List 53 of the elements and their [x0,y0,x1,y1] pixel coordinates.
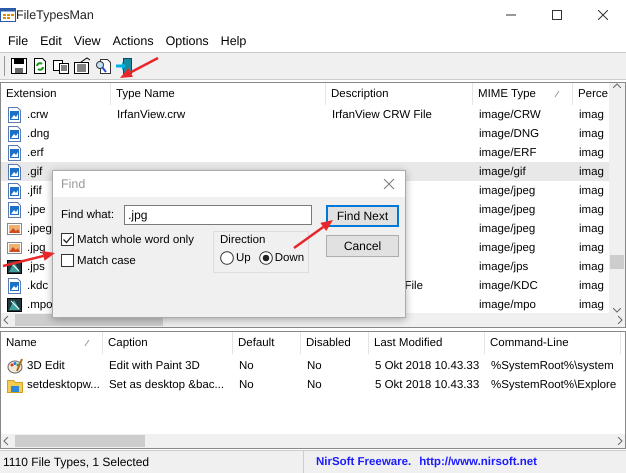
table-cell: imag [579,298,604,310]
table-cell: imag [579,146,604,158]
table-cell: IrfanView CRW File [332,108,432,120]
table-cell: image/jpeg [479,184,536,196]
table-cell: imag [579,184,604,196]
table-cell: No [239,378,254,390]
table-cell: image/DNG [479,128,540,140]
table-cell: 3D Edit [27,360,65,372]
table-cell: %SystemRoot%\system [491,360,614,372]
table-cell: image/jpeg [479,242,536,254]
table-cell: imag [579,204,604,216]
table-cell: .jfif [27,184,42,196]
table-cell: .jpeg [27,222,52,234]
table-cell: imag [579,166,604,178]
status-text: NirSoft Freeware. [316,456,412,468]
dialog-title: Find [61,177,86,191]
table-cell: image/jps [479,260,528,272]
table-cell: .kdc [27,280,48,292]
table-cell: setdesktopw... [27,378,100,390]
table-cell: .gif [27,166,42,178]
table-cell: No [307,360,322,372]
table-cell: imag [579,222,604,234]
table-cell: imag [579,280,604,292]
table-cell: No [239,360,254,372]
table-cell: .dng [27,128,50,140]
table-cell: 5 Okt 2018 10.43.33 [375,360,480,372]
table-cell: image/ERF [479,146,537,158]
table-cell: .jpe [27,204,46,216]
table-cell: imag [579,242,604,254]
table-cell: No [307,378,322,390]
table-cell: .jps [27,260,45,272]
table-cell: .jpg [27,242,46,254]
table-cell: imag [579,128,604,140]
table-cell: .mpo [27,298,53,310]
table-cell: image/mpo [479,298,536,310]
table-cell: .erf [27,146,44,158]
table-cell: Set as desktop &bac... [109,378,224,390]
table-cell: imag [579,260,604,272]
field-label: Find what: [61,209,114,221]
status-text: 1110 File Types, 1 Selected [2,455,150,469]
window-title: FileTypesMan [16,8,95,22]
table-cell: image/jpeg [479,222,536,234]
table-cell: image/CRW [479,108,541,120]
table-cell: IrfanView.crw [117,108,186,120]
table-cell: image/jpeg [479,204,536,216]
table-cell: %SystemRoot%\Explore [491,378,616,390]
table-cell: imag [579,108,604,120]
table-cell: image/gif [479,166,526,178]
table-cell: .crw [27,108,48,120]
table-cell: 5 Okt 2018 10.43.33 [375,378,480,390]
group-label: Direction [220,234,266,246]
table-cell: image/KDC [479,280,538,292]
table-cell: Edit with Paint 3D [109,360,200,372]
